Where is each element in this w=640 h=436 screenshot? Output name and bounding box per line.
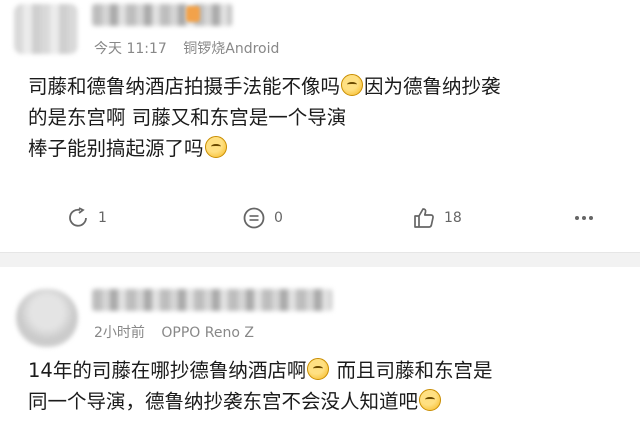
username-blurred[interactable] (92, 4, 232, 26)
content-line: 司藤和德鲁纳酒店拍摄手法能不像吗 因为德鲁纳抄袭 (28, 74, 501, 98)
comment-icon (242, 206, 266, 230)
post-separator (0, 252, 640, 267)
more-dots-icon (572, 206, 596, 230)
post-device: 铜锣烧Android (183, 41, 280, 57)
post-card: 2小时前 OPPO Reno Z 14年的司藤在哪抄德鲁纳酒店啊 而且司藤和东宫… (0, 267, 640, 436)
content-line: 14年的司藤在哪抄德鲁纳酒店啊 而且司藤和东宫是 (28, 358, 493, 382)
content-line: 棒子能别搞起源了吗 (28, 133, 501, 164)
content-line: 的是东宫啊 司藤又和东宫是一个导演 (28, 106, 347, 129)
post-time: 今天 11:17 (94, 41, 167, 57)
post-device: OPPO Reno Z (161, 325, 254, 341)
post-meta: 今天 11:17 铜锣烧Android (94, 38, 291, 58)
username-blurred[interactable] (92, 289, 332, 311)
action-bar: 1 0 18 (0, 200, 640, 236)
more-button[interactable] (572, 200, 604, 236)
post-content: 司藤和德鲁纳酒店拍摄手法能不像吗 因为德鲁纳抄袭 的是东宫啊 司藤又和东宫是一个导… (28, 71, 501, 164)
post-meta: 2小时前 OPPO Reno Z (94, 322, 266, 342)
post-card: 今天 11:17 铜锣烧Android 司藤和德鲁纳酒店拍摄手法能不像吗 因为德鲁… (0, 0, 640, 252)
comment-button[interactable]: 0 (242, 200, 283, 236)
thumbs-up-icon (412, 206, 436, 230)
repost-button[interactable]: 1 (66, 200, 107, 236)
sweat-smile-emoji-icon (307, 358, 330, 380)
eye-roll-emoji-icon (341, 74, 364, 96)
post-content: 14年的司藤在哪抄德鲁纳酒店啊 而且司藤和东宫是 同一个导演，德鲁纳抄袭东宫不会… (28, 355, 493, 417)
avatar[interactable] (14, 4, 78, 54)
repost-count: 1 (98, 210, 107, 226)
sleepy-emoji-icon (204, 136, 227, 158)
repost-icon (66, 206, 90, 230)
content-line: 同一个导演，德鲁纳抄袭东宫不会没人知道吧 (28, 386, 493, 417)
comment-count: 0 (274, 210, 283, 226)
like-count: 18 (444, 210, 462, 226)
post-time: 2小时前 (94, 325, 145, 341)
like-button[interactable]: 18 (412, 200, 462, 236)
thinking-emoji-icon (419, 389, 442, 411)
avatar[interactable] (16, 289, 78, 347)
user-badge-icon (186, 6, 200, 22)
